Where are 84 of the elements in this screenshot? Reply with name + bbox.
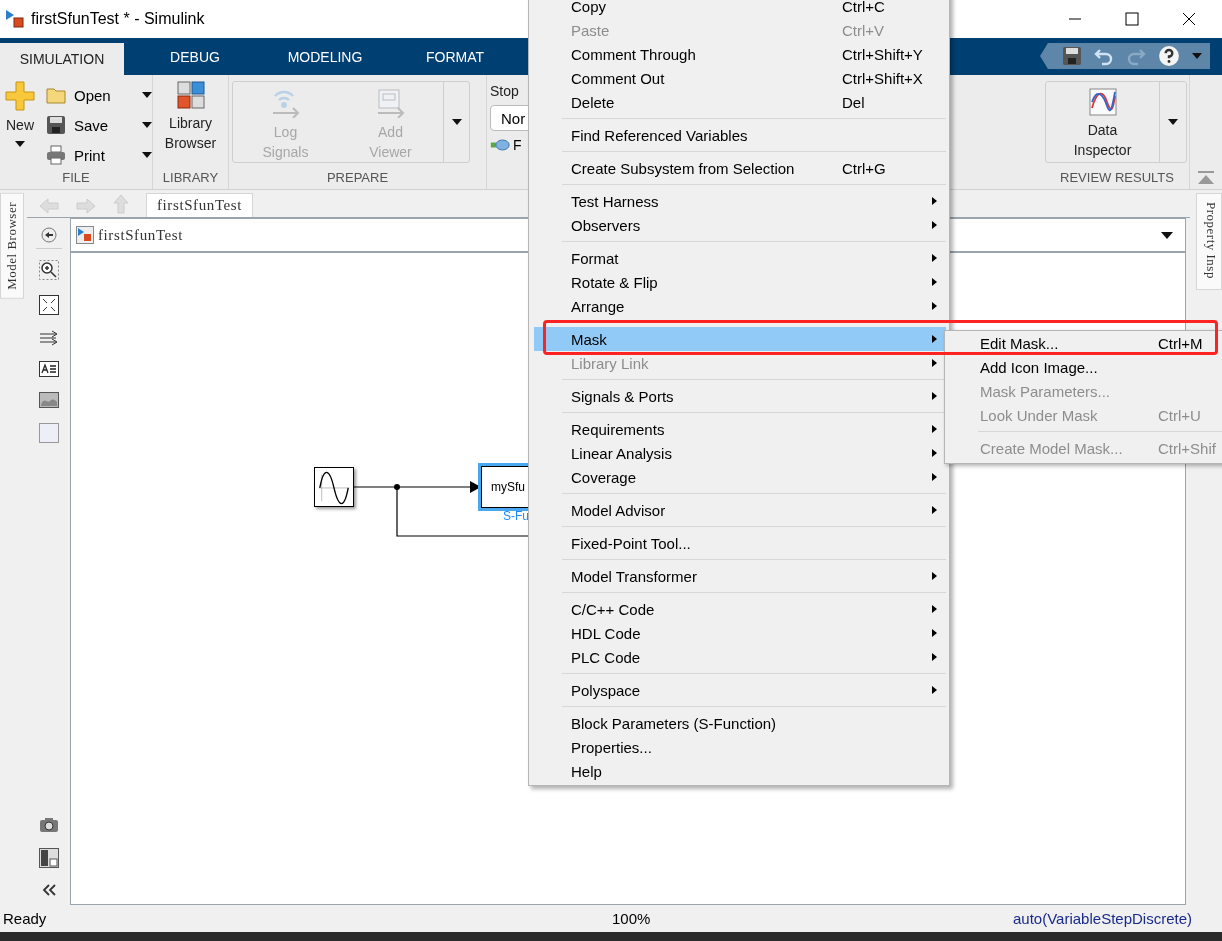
fast-restart-icon[interactable] (490, 138, 510, 152)
menu-item[interactable]: Polyspace (534, 678, 946, 702)
menu-item[interactable]: Test Harness (534, 189, 946, 213)
print-button[interactable]: Print (46, 144, 152, 166)
group-label: FILE (61, 169, 91, 187)
viewer-icon (375, 88, 406, 118)
layout-icon[interactable] (38, 848, 59, 868)
annotation-icon[interactable] (38, 361, 59, 377)
ribbon-tab[interactable]: MODELING (260, 38, 390, 75)
menu-item[interactable]: Comment Out Ctrl+Shift+X (534, 66, 946, 90)
menu-item[interactable]: Help (534, 759, 946, 783)
group-label: REVIEW RESULTS (1059, 169, 1175, 187)
caret-icon (142, 152, 152, 158)
open-button[interactable]: Open (46, 84, 152, 106)
signal-waves-icon (270, 88, 301, 118)
simulink-model-icon (5, 9, 25, 29)
menu-item[interactable]: PLC Code (534, 645, 946, 669)
menu-item[interactable]: Copy Ctrl+C (534, 0, 946, 18)
ribbon-tab[interactable]: FORMAT (390, 38, 520, 75)
caret-icon (142, 92, 152, 98)
library-browser-button[interactable]: Library Browser (153, 81, 228, 153)
zoom-in-icon[interactable] (38, 260, 59, 280)
menu-item[interactable]: Signals & Ports (534, 384, 946, 408)
ribbon-tab[interactable]: SIMULATION (0, 43, 124, 75)
library-grid-icon (176, 81, 205, 109)
caret-icon[interactable] (1192, 53, 1202, 59)
menu-item[interactable]: Requirements (534, 417, 946, 441)
menu-item[interactable]: Arrange (534, 294, 946, 318)
menu-item[interactable]: Format (534, 246, 946, 270)
model-browser-tab[interactable]: Model Browser (0, 193, 24, 299)
menu-item[interactable]: Comment Through Ctrl+Shift+Y (534, 42, 946, 66)
group-label: LIBRARY (161, 169, 220, 187)
menu-item[interactable]: Mask (534, 327, 946, 351)
help-icon[interactable] (1158, 45, 1180, 67)
stop-time-label: Stop (490, 83, 520, 99)
model-tab[interactable]: firstSfunTest (146, 193, 254, 217)
menu-item[interactable]: Fixed-Point Tool... (534, 531, 946, 555)
menu-item[interactable]: HDL Code (534, 621, 946, 645)
save-icon (46, 115, 66, 135)
plus-icon (5, 81, 35, 111)
folder-icon (46, 86, 66, 104)
sine-wave-icon (316, 469, 352, 505)
save-icon[interactable] (1062, 46, 1082, 66)
undo-icon[interactable] (1094, 46, 1114, 66)
fast-restart-label[interactable]: F (513, 137, 522, 153)
window-title: firstSfunTest * - Simulink (31, 10, 205, 28)
chart-icon (1088, 88, 1117, 116)
menu-item[interactable]: Block Parameters (S-Function) (534, 711, 946, 735)
dropdown-caret-icon[interactable] (1161, 231, 1173, 239)
menu-item[interactable]: Add Icon Image... (945, 355, 1222, 379)
caret-icon (15, 141, 25, 147)
menu-item[interactable]: Observers (534, 213, 946, 237)
menu-item[interactable]: Linear Analysis (534, 441, 946, 465)
printer-icon (46, 145, 66, 165)
property-inspector-tab[interactable]: Property Insp (1196, 193, 1222, 290)
arrows-icon[interactable] (38, 330, 59, 346)
fit-to-view-icon[interactable] (38, 295, 59, 315)
collapse-palette-icon[interactable] (40, 883, 57, 897)
camera-icon[interactable] (38, 817, 59, 833)
caret-icon (451, 119, 462, 125)
image-icon[interactable] (38, 392, 59, 408)
zoom-level: 100% (612, 910, 651, 927)
new-button[interactable]: New (0, 81, 40, 151)
caret-icon (1167, 119, 1178, 125)
data-inspector-button[interactable]: Data Inspector (1046, 82, 1159, 162)
block-label: S-Fu (503, 509, 529, 523)
save-button[interactable]: Save (46, 114, 152, 136)
status-text: Ready (2, 910, 47, 927)
menu-item[interactable]: Properties... (534, 735, 946, 759)
breadcrumb-path[interactable]: firstSfunTest (98, 226, 184, 244)
ribbon-tab[interactable]: DEBUG (130, 38, 260, 75)
menu-item[interactable]: Rotate & Flip (534, 270, 946, 294)
solver-link[interactable]: auto(VariableStepDiscrete) (1013, 910, 1192, 927)
menu-item[interactable]: Model Transformer (534, 564, 946, 588)
menu-item[interactable]: Create Subsystem from Selection Ctrl+G (534, 156, 946, 180)
menu-item[interactable]: C/C++ Code (534, 597, 946, 621)
group-label: PREPARE (325, 169, 390, 187)
maximize-icon[interactable] (1125, 12, 1139, 26)
close-icon[interactable] (1182, 12, 1196, 26)
back-circle-icon[interactable] (40, 227, 57, 243)
sine-wave-block[interactable] (314, 467, 354, 507)
simulink-model-icon (76, 226, 94, 244)
caret-icon (142, 122, 152, 128)
signal-line[interactable] (352, 481, 481, 493)
